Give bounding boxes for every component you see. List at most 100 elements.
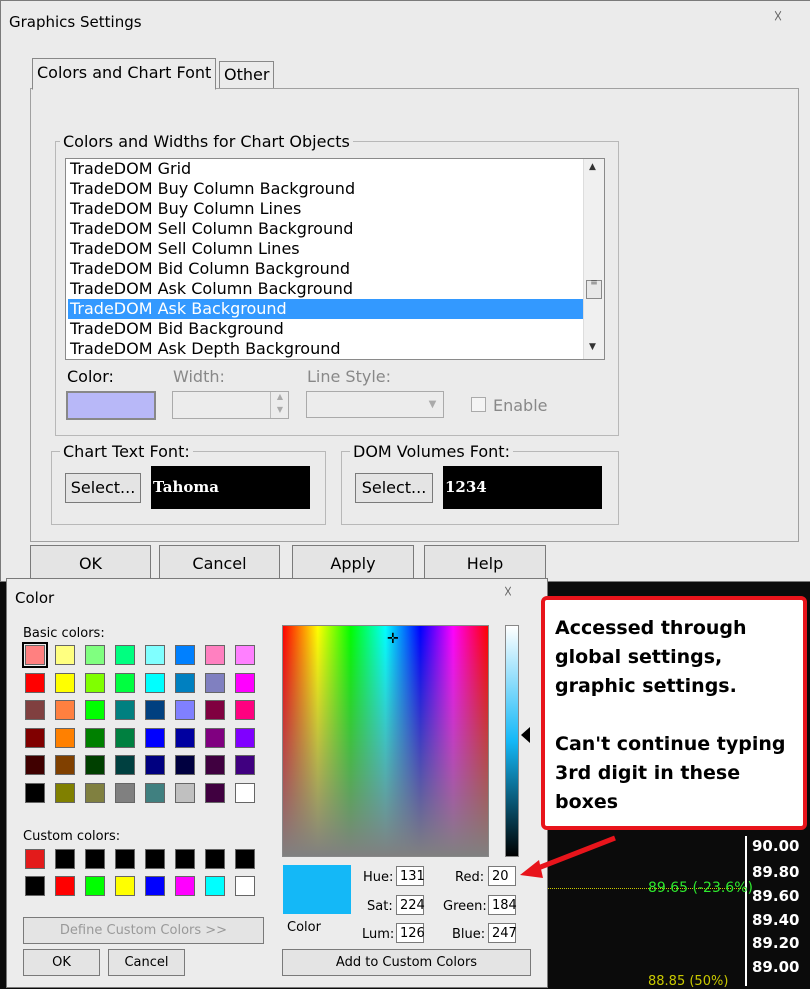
width-spinner[interactable]: ▲ ▼ <box>172 391 289 419</box>
help-button[interactable]: Help <box>424 545 546 580</box>
color-swatch[interactable] <box>55 876 75 896</box>
crosshair-icon[interactable]: ✛ <box>387 632 399 646</box>
scroll-down-arrow-icon[interactable]: ▼ <box>589 342 596 352</box>
enable-checkbox[interactable] <box>471 397 486 412</box>
close-icon[interactable]: ☓ <box>753 7 803 27</box>
color-swatch[interactable] <box>235 849 255 869</box>
color-swatch[interactable] <box>145 876 165 896</box>
apply-button[interactable]: Apply <box>292 545 414 580</box>
color-swatch[interactable] <box>205 645 225 665</box>
color-swatch[interactable] <box>145 727 165 748</box>
color-swatch[interactable] <box>175 645 195 665</box>
color-swatch[interactable] <box>145 782 165 803</box>
color-swatch[interactable] <box>235 876 255 896</box>
color-swatch[interactable] <box>85 782 105 803</box>
color-swatch[interactable] <box>25 672 45 693</box>
sat-field[interactable]: 224 <box>396 895 425 915</box>
color-swatch[interactable] <box>55 700 75 720</box>
color-swatch[interactable] <box>25 849 45 869</box>
color-swatch[interactable] <box>22 642 48 668</box>
color-swatch[interactable] <box>175 727 195 748</box>
luminance-arrow-icon[interactable] <box>521 727 530 743</box>
ok-button[interactable]: OK <box>30 545 151 580</box>
color-swatch[interactable] <box>115 876 135 896</box>
cancel-button[interactable]: Cancel <box>108 949 185 976</box>
color-swatch[interactable] <box>115 700 135 720</box>
color-swatch[interactable] <box>175 849 195 869</box>
list-item[interactable]: TradeDOM Bid Column Background <box>70 259 350 279</box>
color-swatch[interactable] <box>175 782 195 803</box>
color-swatch[interactable] <box>55 645 75 665</box>
luminance-slider[interactable] <box>505 625 519 857</box>
color-swatch[interactable] <box>115 645 135 665</box>
color-swatch[interactable] <box>115 849 135 869</box>
color-swatch[interactable] <box>85 672 105 693</box>
spin-up-icon[interactable]: ▲ <box>270 392 289 405</box>
color-swatch[interactable] <box>205 727 225 748</box>
chevron-down-icon[interactable]: ▼ <box>423 393 442 416</box>
color-swatch[interactable] <box>145 672 165 693</box>
list-item[interactable]: TradeDOM Sell Column Lines <box>70 239 300 259</box>
color-swatch[interactable] <box>235 782 255 803</box>
color-swatch[interactable] <box>205 700 225 720</box>
color-swatch[interactable] <box>115 755 135 775</box>
color-swatch[interactable] <box>85 876 105 896</box>
color-swatch[interactable] <box>115 727 135 748</box>
dom-font-select-button[interactable]: Select... <box>355 473 433 503</box>
color-swatch[interactable] <box>205 672 225 693</box>
color-swatch[interactable] <box>235 672 255 693</box>
list-scrollbar[interactable]: ▲ ≡ ▼ <box>583 159 604 359</box>
line-style-select[interactable]: ▼ <box>306 391 444 418</box>
list-item[interactable]: TradeDOM Buy Column Background <box>70 179 355 199</box>
color-swatch[interactable] <box>55 755 75 775</box>
green-field[interactable]: 184 <box>488 895 517 915</box>
color-swatch[interactable] <box>85 700 105 720</box>
add-to-custom-colors-button[interactable]: Add to Custom Colors <box>282 949 531 976</box>
color-spectrum[interactable]: ✛ <box>282 625 489 857</box>
chart-font-select-button[interactable]: Select... <box>65 473 141 503</box>
color-swatch[interactable] <box>55 727 75 748</box>
blue-field[interactable]: 247 <box>488 923 517 943</box>
color-swatch[interactable] <box>175 755 195 775</box>
color-swatch[interactable] <box>25 876 45 896</box>
hue-field[interactable]: 131 <box>396 866 425 886</box>
color-swatch[interactable] <box>25 782 45 803</box>
color-swatch[interactable] <box>205 849 225 869</box>
define-custom-colors-button[interactable]: Define Custom Colors >> <box>23 917 264 944</box>
list-item[interactable]: TradeDOM Bid Background <box>70 319 284 339</box>
spin-down-icon[interactable]: ▼ <box>270 405 289 418</box>
color-swatch[interactable] <box>115 782 135 803</box>
tab-colors-and-chart-font[interactable]: Colors and Chart Font <box>32 58 217 90</box>
color-swatch[interactable] <box>205 755 225 775</box>
color-swatch[interactable] <box>235 755 255 775</box>
color-swatch[interactable] <box>175 876 195 896</box>
color-swatch[interactable] <box>235 727 255 748</box>
list-item[interactable]: TradeDOM Ask Column Background <box>70 279 353 299</box>
close-icon[interactable]: ☓ <box>477 581 539 603</box>
color-swatch[interactable] <box>85 849 105 869</box>
color-swatch[interactable] <box>175 672 195 693</box>
ok-button[interactable]: OK <box>23 949 100 976</box>
color-swatch[interactable] <box>85 727 105 748</box>
color-swatch[interactable] <box>145 700 165 720</box>
lum-field[interactable]: 126 <box>396 923 425 943</box>
list-item[interactable]: TradeDOM Grid <box>70 159 191 179</box>
color-swatch[interactable] <box>25 700 45 720</box>
color-swatch[interactable] <box>25 755 45 775</box>
color-swatch[interactable] <box>85 645 105 665</box>
color-swatch[interactable] <box>55 782 75 803</box>
list-item-selected[interactable]: TradeDOM Ask Background <box>68 299 584 319</box>
color-swatch-button[interactable] <box>66 391 156 420</box>
cancel-button[interactable]: Cancel <box>159 545 280 580</box>
color-swatch[interactable] <box>205 876 225 896</box>
list-item[interactable]: TradeDOM Buy Column Lines <box>70 199 301 219</box>
color-swatch[interactable] <box>115 672 135 693</box>
list-item[interactable]: TradeDOM Sell Column Background <box>70 219 353 239</box>
chart-objects-list[interactable]: TradeDOM Grid TradeDOM Buy Column Backgr… <box>65 158 605 360</box>
color-swatch[interactable] <box>235 700 255 720</box>
color-swatch[interactable] <box>145 645 165 665</box>
color-swatch[interactable] <box>55 849 75 869</box>
scroll-thumb[interactable]: ≡ <box>586 279 602 299</box>
color-swatch[interactable] <box>175 700 195 720</box>
tab-other[interactable]: Other <box>219 61 275 88</box>
